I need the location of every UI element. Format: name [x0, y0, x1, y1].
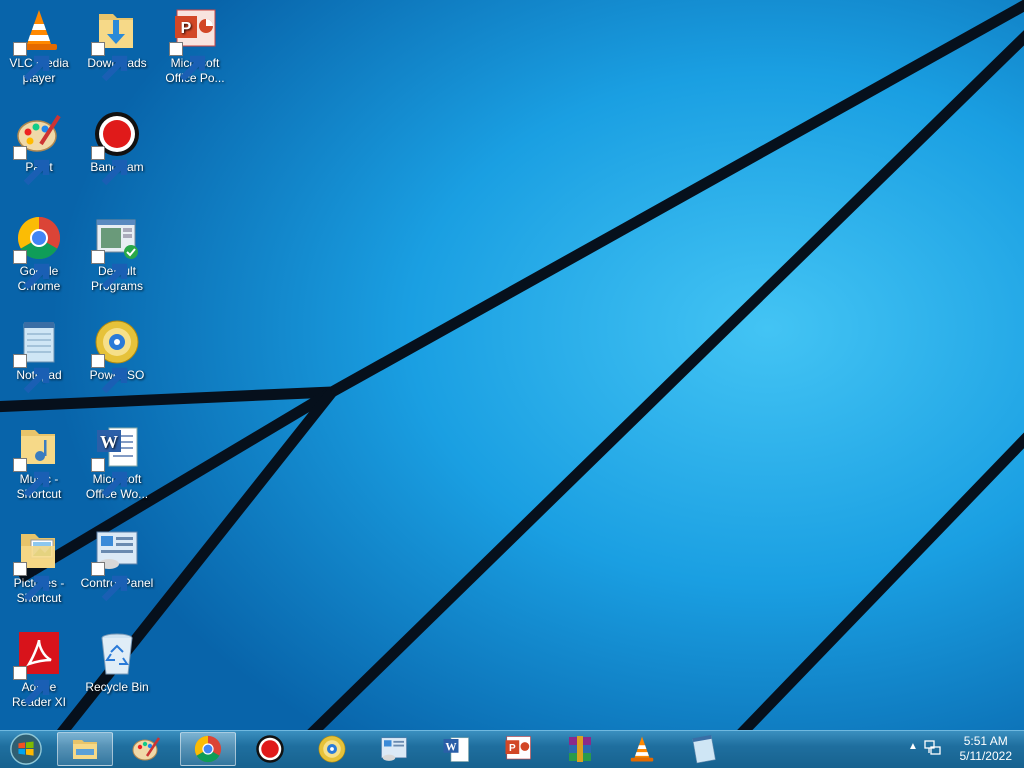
desktop-icon-recycle-bin[interactable]: Recycle Bin [78, 630, 156, 695]
notification-area: ▲ 5:51 AM 5/11/2022 [884, 731, 1024, 767]
svg-text:W: W [445, 741, 457, 753]
system-clock[interactable]: 5:51 AM 5/11/2022 [960, 734, 1013, 764]
taskbar-bandicam[interactable] [242, 732, 298, 766]
start-orb-icon [10, 733, 42, 765]
notepad-icon [692, 735, 716, 764]
vlc-icon [630, 736, 654, 762]
control-panel-icon [381, 737, 407, 761]
desktop-icon-label: Recycle Bin [85, 680, 149, 694]
start-button[interactable] [4, 731, 48, 767]
desktop-icon-pictures-shortcut[interactable]: Pictures - Shortcut [0, 526, 78, 606]
desktop-icon-notepad[interactable]: Notepad [0, 318, 78, 394]
desktop-icon-music-shortcut[interactable]: Music - Shortcut [0, 422, 78, 502]
taskbar-paint[interactable] [118, 732, 174, 766]
chrome-icon [194, 735, 222, 763]
taskbar-winrar[interactable] [552, 732, 608, 766]
desktop-icon-control-panel[interactable]: Control Panel [78, 526, 156, 602]
desktop-icon-chrome[interactable]: Google Chrome [0, 214, 78, 294]
taskbar-chrome[interactable] [180, 732, 236, 766]
file-explorer-icon [73, 740, 97, 759]
bandicam-icon [256, 735, 284, 763]
taskbar-vlc[interactable] [614, 732, 670, 766]
taskbar-powerpoint[interactable]: P [490, 732, 546, 766]
word-icon: W [443, 737, 469, 762]
taskbar-word[interactable]: W [428, 732, 484, 766]
show-hidden-icons-chevron-icon[interactable]: ▲ [908, 741, 918, 752]
winrar-icon [569, 736, 591, 762]
svg-text:P: P [509, 743, 516, 754]
clock-date: 5/11/2022 [959, 749, 1013, 763]
taskbar: W P ▲ 5:51 AM 5/11/2022 [0, 730, 1024, 768]
desktop-icon-powerpoint[interactable]: P Microsoft Office Po... [156, 6, 234, 86]
desktop-icon-bandicam[interactable]: Bandicam [78, 110, 156, 186]
taskbar-file-explorer[interactable] [57, 732, 113, 766]
desktop-icon-vlc[interactable]: VLC media player [0, 6, 78, 86]
taskbar-poweriso[interactable] [304, 732, 360, 766]
taskbar-notepad[interactable] [676, 732, 732, 766]
desktop-icon-downloads[interactable]: Downloads [78, 6, 156, 82]
desktop-icon-default-programs[interactable]: Default Programs [78, 214, 156, 294]
paint-icon [132, 737, 161, 761]
taskbar-control-panel[interactable] [366, 732, 422, 766]
desktop-icon-poweriso[interactable]: PowerISO [78, 318, 156, 394]
desktop-icon-adobe-reader[interactable]: Adobe Reader XI [0, 630, 78, 710]
svg-text:W: W [100, 432, 118, 452]
desktop-icon-paint[interactable]: Paint [0, 110, 78, 186]
desktop-icon-word[interactable]: W Microsoft Office Wo... [78, 422, 156, 502]
powerpoint-icon: P [505, 736, 531, 760]
poweriso-icon [318, 735, 346, 763]
recycle-bin-icon [101, 633, 133, 675]
clock-time: 5:51 AM [963, 734, 1008, 748]
svg-text:P: P [181, 20, 192, 37]
network-icon[interactable] [924, 739, 942, 757]
